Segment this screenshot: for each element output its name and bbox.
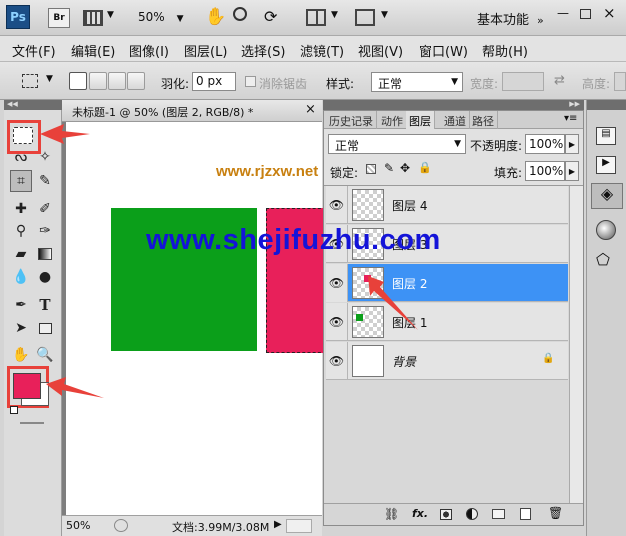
annotation-arrows — [40, 124, 418, 398]
arrow-to-marquee-icon — [40, 124, 90, 144]
arrow-to-layer-thumb-icon — [368, 276, 418, 330]
arrow-to-color-swatch-icon — [46, 377, 104, 398]
